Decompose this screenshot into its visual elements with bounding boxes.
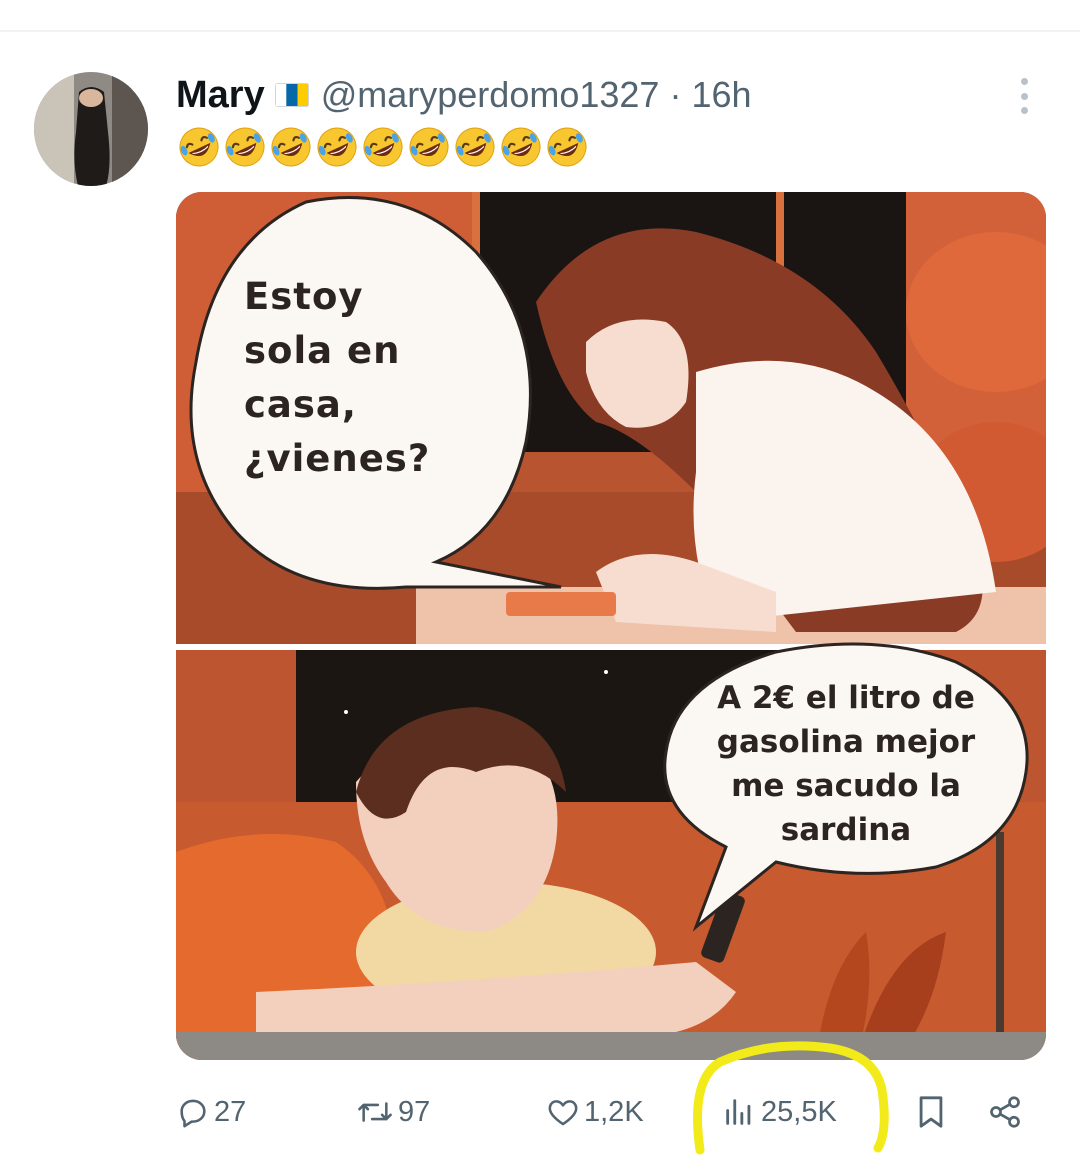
share-icon (990, 1096, 1020, 1128)
rolling-on-floor-laughing-icon (455, 127, 495, 167)
tweet-header: Mary @maryperdomo1327 · 16h (176, 70, 752, 120)
bubble-bottom-line: A 2€ el litro de (717, 680, 975, 716)
bubble-bottom-line: gasolina mejor (716, 724, 976, 760)
rolling-on-floor-laughing-icon (179, 127, 219, 167)
rolling-on-floor-laughing-icon (363, 127, 403, 167)
views-count: 25,5K (761, 1095, 837, 1128)
bubble-bottom-line: sardina (780, 812, 912, 848)
retweet-button[interactable]: 97 (356, 1082, 430, 1142)
avatar[interactable] (34, 72, 148, 186)
author-name[interactable]: Mary (176, 74, 265, 117)
like-button[interactable]: 1,2K (546, 1082, 644, 1142)
share-button[interactable] (986, 1082, 1024, 1142)
speech-bubble-top: Estoy sola en casa, ¿vienes? (244, 270, 454, 486)
reply-icon (180, 1099, 206, 1128)
bubble-top-line: ¿vienes? (244, 437, 431, 480)
retweet-count: 97 (398, 1095, 431, 1128)
action-bar: 27 97 1,2K 25,5K (176, 1082, 1046, 1142)
reply-count: 27 (214, 1095, 247, 1128)
rolling-on-floor-laughing-icon (409, 127, 449, 167)
retweet-icon (358, 1102, 392, 1122)
rolling-on-floor-laughing-icon (501, 127, 541, 167)
bookmark-icon (919, 1096, 943, 1128)
views-icon (726, 1099, 751, 1125)
canary-islands-flag-icon (274, 83, 309, 107)
timestamp[interactable]: 16h (691, 74, 751, 116)
speech-bubble-bottom: A 2€ el litro de gasolina mejor me sacud… (676, 676, 1016, 852)
author-handle[interactable]: @maryperdomo1327 (321, 74, 660, 116)
views-button[interactable]: 25,5K (721, 1082, 837, 1142)
tweet-text (176, 124, 590, 172)
like-count: 1,2K (584, 1095, 644, 1128)
rolling-on-floor-laughing-icon (271, 127, 311, 167)
reply-button[interactable]: 27 (176, 1082, 246, 1142)
more-icon[interactable] (1012, 78, 1036, 114)
top-divider (0, 30, 1080, 32)
bubble-top-line: sola en (244, 329, 401, 372)
like-icon (548, 1100, 578, 1126)
bubble-top-line: Estoy (244, 275, 364, 318)
rolling-on-floor-laughing-icon (317, 127, 357, 167)
separator-dot: · (669, 74, 682, 115)
rolling-on-floor-laughing-icon (547, 127, 587, 167)
bubble-top-line: casa, (244, 383, 357, 426)
bubble-bottom-line: me sacudo la (731, 768, 961, 804)
bookmark-button[interactable] (914, 1082, 948, 1142)
tweet-image[interactable]: Estoy sola en casa, ¿vienes? A 2€ el lit… (176, 192, 1046, 1060)
rolling-on-floor-laughing-icon (225, 127, 265, 167)
